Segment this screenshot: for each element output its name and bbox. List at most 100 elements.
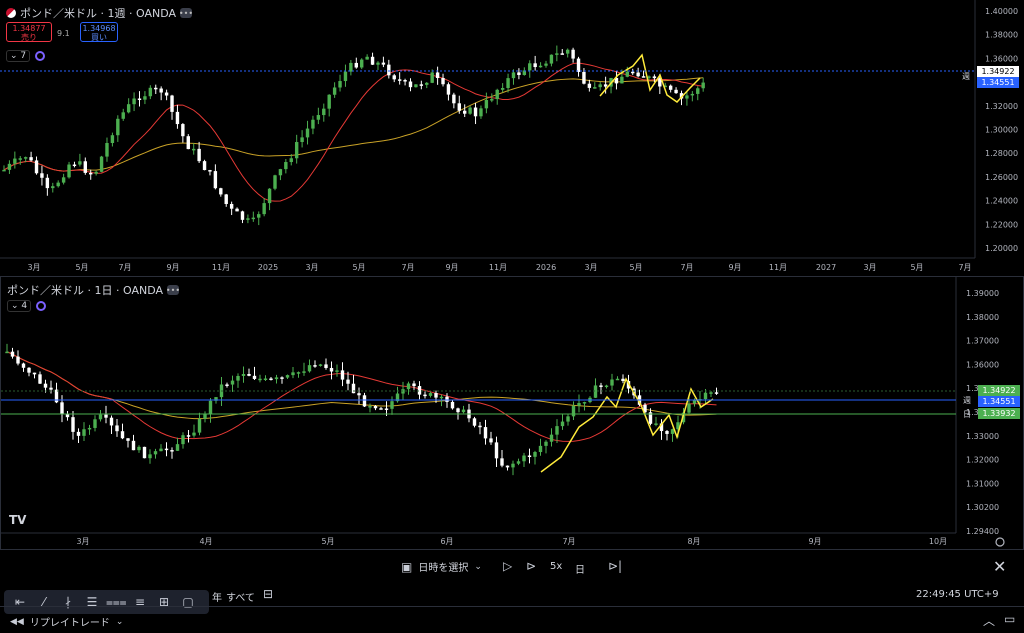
indicator-chip[interactable]: ⌄ 7 bbox=[6, 50, 31, 62]
candle-body bbox=[192, 432, 196, 436]
speed-button[interactable]: 5x bbox=[550, 561, 562, 572]
candle-body bbox=[192, 148, 196, 151]
candle-body bbox=[115, 425, 119, 432]
range-all-button[interactable]: すべて bbox=[226, 589, 255, 604]
fib-extension-icon[interactable]: ⩶ bbox=[106, 595, 127, 610]
chevron-down-icon: ⌄ bbox=[115, 616, 124, 627]
candle-body bbox=[560, 53, 564, 55]
candle-body bbox=[544, 441, 548, 446]
skip-end-icon: ⊳| bbox=[608, 559, 623, 573]
x-axis-tick-label: 9月 bbox=[166, 263, 179, 272]
more-dots-icon[interactable]: ••• bbox=[179, 8, 193, 18]
weekly-chart-canvas[interactable]: 1.400001.380001.360001.340001.320001.300… bbox=[0, 0, 1024, 275]
x-axis-tick-label: 2027 bbox=[816, 263, 836, 272]
candle-body bbox=[110, 135, 115, 143]
divider bbox=[0, 606, 1024, 607]
candle-body bbox=[316, 115, 321, 120]
indicator-chip[interactable]: ⌄ 4 bbox=[7, 300, 32, 312]
candle-body bbox=[99, 156, 104, 172]
daily-indicators-toggle[interactable]: ⌄ 4 bbox=[7, 300, 47, 312]
range-year-button[interactable]: 年 bbox=[212, 589, 222, 604]
candle-body bbox=[603, 84, 608, 87]
buy-button[interactable]: 1.34968 買い bbox=[80, 22, 118, 42]
candle-body bbox=[27, 367, 31, 373]
candle-body bbox=[38, 374, 42, 384]
candle-body bbox=[273, 175, 277, 189]
candle-body bbox=[186, 136, 190, 150]
weekly-chart-pane[interactable]: 1.400001.380001.360001.340001.320001.300… bbox=[0, 0, 1024, 275]
sell-button[interactable]: 1.34877 売り bbox=[6, 22, 52, 42]
candle-body bbox=[181, 124, 185, 137]
x-axis-tick-label: 5月 bbox=[352, 263, 365, 272]
candle-body bbox=[506, 78, 510, 88]
interval-button[interactable]: 日 bbox=[575, 561, 585, 576]
step-forward-button[interactable]: ⊳ bbox=[526, 559, 536, 573]
candle-body bbox=[247, 374, 251, 376]
maximize-icon: ▭ bbox=[1004, 612, 1016, 626]
candle-body bbox=[533, 452, 537, 457]
collapse-panel-button[interactable]: ︿ bbox=[983, 612, 995, 629]
candle-body bbox=[381, 62, 386, 65]
y-axis-tick-label: 1.33000 bbox=[966, 432, 999, 441]
y-axis-tick-label: 1.36000 bbox=[966, 360, 999, 369]
candle-body bbox=[384, 408, 389, 410]
candle-body bbox=[225, 384, 229, 386]
goto-date-button[interactable]: ⊟ bbox=[263, 587, 273, 601]
candle-body bbox=[387, 64, 391, 76]
replay-trade-button[interactable]: ◀◀ リプレイトレード ⌄ bbox=[10, 614, 124, 630]
candle-body bbox=[262, 203, 266, 215]
price-tag-text: 1.34922 bbox=[981, 67, 1014, 76]
sync-icon[interactable] bbox=[36, 301, 47, 311]
candle-body bbox=[116, 118, 120, 136]
buy-label: 買い bbox=[91, 33, 107, 42]
x-axis-tick-label: 6月 bbox=[440, 537, 453, 546]
candle-body bbox=[505, 465, 510, 468]
daily-chart-canvas[interactable]: 1.390001.380001.370001.360001.350001.340… bbox=[1, 277, 1023, 549]
jump-to-realtime-button[interactable]: ⊳| bbox=[608, 559, 622, 573]
long-moving-average-line bbox=[3, 77, 704, 172]
candle-body bbox=[94, 171, 98, 174]
daily-chart-pane[interactable]: 1.390001.380001.370001.360001.350001.340… bbox=[0, 276, 1024, 550]
calendar-goto-icon: ⊟ bbox=[263, 587, 274, 601]
settings-gear-icon[interactable] bbox=[995, 537, 1005, 547]
candle-body bbox=[7, 163, 12, 170]
zigzag-pattern-line bbox=[540, 377, 714, 473]
weekly-symbol-title[interactable]: ポンド／米ドル · 1週 · OANDA ••• bbox=[6, 5, 193, 21]
candle-body bbox=[365, 56, 369, 60]
candle-body bbox=[500, 458, 504, 466]
select-date-button[interactable]: ▣ 日時を選択 ⌄ bbox=[401, 559, 482, 575]
more-dots-icon[interactable]: ••• bbox=[166, 285, 180, 295]
candle-body bbox=[208, 400, 213, 415]
candle-body bbox=[197, 418, 202, 433]
candle-body bbox=[435, 72, 440, 79]
candle-body bbox=[34, 160, 39, 174]
maximize-panel-button[interactable]: ▭ bbox=[1004, 612, 1015, 626]
x-axis-tick-label: 9月 bbox=[445, 263, 458, 272]
candle-body bbox=[560, 421, 565, 427]
candle-body bbox=[164, 448, 169, 451]
candle-body bbox=[159, 88, 163, 93]
candle-body bbox=[528, 63, 532, 71]
calendar-icon: ▣ bbox=[401, 559, 413, 574]
chevron-up-icon: ︿ bbox=[983, 614, 996, 628]
candle-body bbox=[327, 94, 331, 109]
candle-body bbox=[340, 370, 345, 380]
candle-body bbox=[674, 89, 678, 94]
candle-body bbox=[489, 438, 493, 443]
candle-body bbox=[51, 186, 55, 189]
x-axis-tick-label: 9月 bbox=[808, 537, 821, 546]
x-axis-tick-label: 11月 bbox=[489, 263, 507, 272]
candle-body bbox=[549, 434, 554, 442]
weekly-indicators-toggle[interactable]: ⌄ 7 bbox=[6, 50, 46, 62]
replay-trade-label: リプレイトレード bbox=[29, 618, 110, 629]
play-button[interactable]: ▷ bbox=[503, 559, 512, 573]
candle-body bbox=[571, 405, 576, 417]
candle-body bbox=[170, 450, 174, 452]
daily-symbol-title[interactable]: ポンド／米ドル · 1日 · OANDA ••• bbox=[7, 282, 180, 298]
close-replay-button[interactable]: ✕ bbox=[993, 557, 1006, 576]
sync-icon[interactable] bbox=[35, 51, 46, 61]
candle-body bbox=[76, 431, 81, 436]
x-axis-tick-label: 10月 bbox=[929, 537, 947, 546]
zigzag-pattern-line bbox=[599, 53, 701, 103]
candle-body bbox=[587, 83, 592, 88]
